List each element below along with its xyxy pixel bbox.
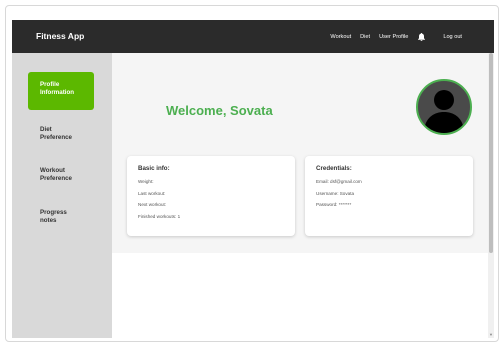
nav-user-profile-link[interactable]: User Profile — [379, 34, 408, 40]
credentials-title: Credentials: — [316, 165, 352, 172]
scrollbar-thumb[interactable] — [489, 53, 493, 253]
last-workout-field: Last workout: — [138, 190, 166, 196]
app-brand[interactable]: Fitness App — [36, 20, 84, 53]
scroll-down-arrow-icon[interactable]: ▼ — [488, 332, 494, 338]
sidebar-item-workout-preference[interactable]: Workout Preference — [28, 164, 94, 186]
nav-diet-link[interactable]: Diet — [360, 34, 370, 40]
nav-links: Workout Diet User Profile Log out — [330, 20, 462, 53]
sidebar-item-profile-information[interactable]: Profile Information — [28, 72, 94, 110]
user-silhouette-icon — [424, 90, 464, 133]
weight-field: Weight: — [138, 179, 154, 184]
next-workout-field: Next workout: — [138, 202, 167, 207]
avatar[interactable] — [416, 79, 472, 135]
sidebar-item-progress-notes[interactable]: Progress notes — [28, 206, 94, 228]
bell-icon[interactable] — [418, 32, 426, 41]
nav-workout-link[interactable]: Workout — [330, 34, 351, 40]
sidebar: Profile Information Diet Preference Work… — [12, 53, 112, 338]
finished-workouts-field: Finished workouts: 1 — [138, 213, 181, 219]
top-navbar: Fitness App Workout Diet User Profile Lo… — [12, 20, 494, 53]
bell-icon-svg — [418, 32, 426, 41]
username-field: Username: Sovata — [316, 190, 355, 196]
basic-info-title: Basic info: — [138, 165, 170, 172]
vertical-scrollbar[interactable]: ▼ — [488, 53, 494, 338]
credentials-card: Credentials: Email: dsf@gmail.com Userna… — [305, 156, 473, 236]
password-field: Password: ******* — [316, 202, 352, 207]
welcome-heading: Welcome, Sovata — [166, 103, 273, 118]
main-content: Welcome, Sovata Basic info: Weight: Last… — [112, 53, 488, 338]
app-container: Fitness App Workout Diet User Profile Lo… — [12, 20, 494, 338]
profile-panel: Welcome, Sovata Basic info: Weight: Last… — [112, 53, 488, 253]
logout-link[interactable]: Log out — [443, 34, 462, 40]
email-field: Email: dsf@gmail.com — [316, 179, 362, 184]
basic-info-card: Basic info: Weight: Last workout: Next w… — [127, 156, 295, 236]
sidebar-item-diet-preference[interactable]: Diet Preference — [28, 123, 94, 145]
window-frame: Fitness App Workout Diet User Profile Lo… — [5, 5, 499, 342]
